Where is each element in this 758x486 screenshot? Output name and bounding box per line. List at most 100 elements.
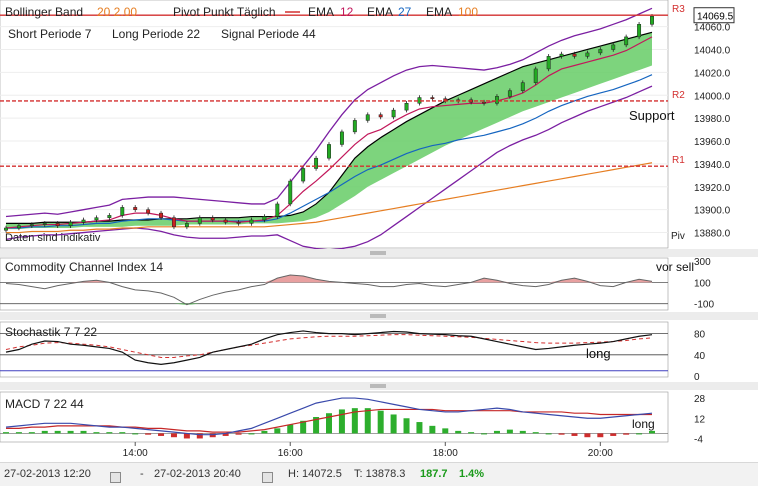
macd-histogram-bar	[248, 433, 255, 435]
ema2-legend: EMA	[367, 5, 393, 19]
macd-histogram-bar	[80, 430, 87, 434]
candle-body	[611, 44, 616, 50]
end-date: 27-02-2013 20:40	[154, 468, 241, 480]
macd-histogram-bar	[468, 432, 475, 434]
price-y-tick: 13900.0	[694, 206, 731, 217]
candle-body	[81, 219, 86, 223]
price-y-tick: 14060.0	[694, 23, 731, 34]
macd-histogram-bar	[145, 433, 152, 435]
candle-body	[197, 217, 202, 224]
x-tick-label: 16:00	[278, 448, 303, 459]
price-y-axis: 14060.0 14040.0 14020.0 14000.0 13980.0 13960…	[693, 7, 735, 240]
candle-body	[430, 97, 435, 99]
pivot-legend: Pivot Punkt Täglich	[173, 5, 276, 19]
macd-histogram-bar	[158, 433, 165, 436]
candle-body	[120, 207, 125, 216]
candle-body	[275, 203, 280, 217]
price-y-tick: 13880.0	[694, 229, 731, 240]
candle-body	[520, 82, 525, 91]
macd-histogram-bar	[170, 433, 177, 438]
macd-y-tick: 28	[694, 394, 706, 405]
price-y-tick: 13960.0	[694, 137, 731, 148]
macd-histogram-bar	[235, 433, 242, 435]
candle-body	[249, 219, 254, 224]
candle-body	[482, 101, 486, 104]
change-percent: 1.4%	[459, 468, 485, 480]
candle-body	[42, 223, 47, 225]
panel-splitter-3[interactable]	[0, 382, 758, 390]
start-date: 27-02-2013 12:20	[4, 468, 91, 480]
macd-histogram-bar	[597, 433, 604, 438]
bollinger-legend: Bollinger Band	[5, 5, 83, 19]
macd-histogram-bar	[261, 430, 268, 434]
candle-body	[559, 53, 564, 57]
macd-histogram-bar	[429, 425, 436, 434]
candle-body	[572, 53, 577, 57]
change-value: 187.7	[420, 468, 448, 480]
x-tick-label: 18:00	[433, 448, 458, 459]
candle-body	[107, 215, 112, 218]
macd-histogram-bar	[403, 418, 410, 434]
candle-body	[404, 103, 409, 111]
support-annotation: Support	[629, 108, 675, 123]
macd-y-tick: -4	[694, 434, 703, 445]
candle-body	[585, 52, 590, 57]
panel-splitter-2[interactable]	[0, 312, 758, 320]
candle-body	[172, 217, 176, 228]
macd-histogram-bar	[519, 430, 526, 434]
piv-label: Piv	[671, 231, 685, 242]
macd-histogram-bar	[545, 433, 552, 435]
price-y-tick: 14040.0	[694, 45, 731, 56]
candle-body	[378, 114, 383, 118]
high-value: H: 14072.5	[288, 468, 342, 480]
macd-histogram-bar	[493, 430, 500, 434]
macd-histogram-bar	[67, 430, 74, 434]
low-value: T: 13878.3	[354, 468, 406, 480]
candle-body	[327, 144, 331, 159]
candle-body	[391, 109, 396, 118]
macd-histogram-bar	[106, 432, 113, 434]
candle-body	[184, 223, 189, 228]
cci-y-tick: 300	[694, 257, 711, 268]
price-y-tick: 14000.0	[694, 91, 731, 102]
macd-title: MACD 7 22 44	[5, 397, 84, 411]
macd-histogram-bar	[274, 428, 281, 434]
candle-body	[133, 207, 138, 210]
panel-splitter-1[interactable]	[0, 249, 758, 257]
short-period-legend: Short Periode 7	[8, 27, 92, 41]
ema2-value: 27	[398, 5, 412, 19]
cci-y-tick: 100	[694, 278, 711, 289]
chart-canvas[interactable]: R3 R2 R1 Support 14060.0 14040.0 14020.0 14000…	[0, 0, 758, 462]
macd-histogram-bar	[532, 432, 539, 434]
macd-histogram-bar	[28, 432, 35, 434]
candle-body	[637, 24, 642, 38]
macd-histogram-bar	[3, 432, 9, 434]
macd-histogram-bar	[649, 430, 655, 434]
macd-histogram-bar	[571, 433, 578, 436]
candle-body	[236, 222, 241, 224]
candle-body	[4, 227, 8, 231]
macd-histogram-bar	[287, 424, 294, 434]
ema3-value: 100	[458, 5, 478, 19]
macd-histogram-bar	[584, 433, 591, 438]
date-separator: -	[140, 468, 144, 480]
price-y-tick: 13940.0	[694, 160, 731, 171]
pivot-label: R2	[672, 90, 685, 101]
candle-body	[159, 212, 163, 218]
macd-histogram-bar	[15, 432, 22, 434]
ema3-legend: EMA	[426, 5, 452, 19]
macd-histogram-bar	[442, 428, 449, 434]
bollinger-params: 20 2.00	[97, 5, 137, 19]
sub-y-axes: 300 100 -100 80 40 0 28 12 -4	[694, 257, 714, 445]
cci-title: Commodity Channel Index 14	[5, 260, 163, 274]
candle-body	[546, 56, 551, 70]
candle-body	[288, 180, 293, 205]
macd-histogram-bar	[364, 408, 371, 434]
indicative-note: Daten sind indikativ	[5, 232, 101, 244]
long-period-legend: Long Periode 22	[112, 27, 200, 41]
price-y-tick: 14020.0	[694, 68, 731, 79]
candle-body	[339, 131, 344, 145]
pivot-label: R1	[672, 155, 685, 166]
price-y-tick: 13920.0	[694, 183, 731, 194]
macd-histogram-bar	[610, 433, 617, 436]
